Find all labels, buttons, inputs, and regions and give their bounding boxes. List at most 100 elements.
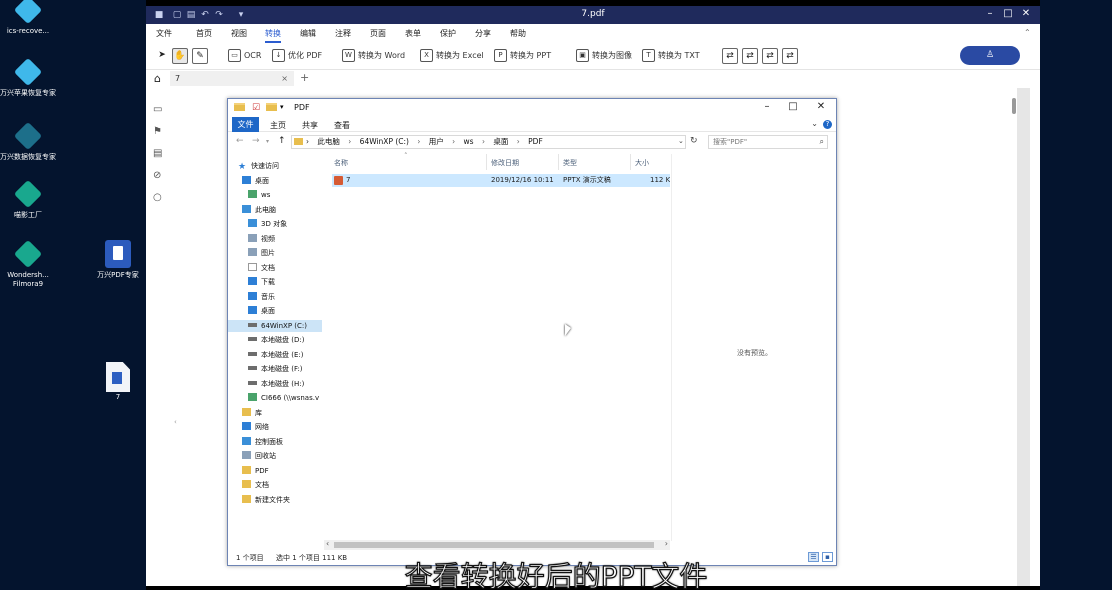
quick-access-dropdown-icon[interactable]: ▾: [280, 103, 284, 111]
attachment-icon[interactable]: ⊘: [153, 170, 164, 181]
nav-item[interactable]: 64WinXP (C:): [228, 319, 322, 332]
nav-item[interactable]: 本地磁盘 (E:): [228, 349, 322, 361]
nav-item[interactable]: 库: [228, 407, 322, 419]
optimize-pdf-button[interactable]: ↓ 优化 PDF: [272, 49, 322, 62]
edit-tool-icon[interactable]: ✎: [192, 48, 208, 64]
breadcrumb-this-pc[interactable]: 此电脑: [317, 137, 340, 146]
column-divider[interactable]: [486, 154, 487, 170]
column-name[interactable]: 名称: [334, 158, 348, 168]
nav-item[interactable]: CI666 (\\wsnas.v: [228, 392, 322, 404]
column-size[interactable]: 大小: [635, 158, 649, 168]
nav-item[interactable]: 桌面: [228, 175, 322, 187]
convert-to-txt-button[interactable]: T 转换为 TXT: [642, 49, 700, 62]
nav-item[interactable]: 视频: [228, 233, 322, 245]
refresh-icon[interactable]: ↻: [690, 136, 698, 146]
address-dropdown-icon[interactable]: ⌄: [678, 137, 684, 145]
nav-item[interactable]: ★ 快速访问: [228, 160, 322, 172]
nav-item[interactable]: 文档: [228, 262, 322, 274]
close-button[interactable]: ✕: [1018, 8, 1034, 19]
nav-item[interactable]: ws: [228, 189, 322, 201]
navigation-pane[interactable]: ★ 快速访问 桌面 ws 此电脑 3D 对象 视频 图片 文档 下载 音乐 桌面 64WinXP (C:…: [228, 154, 322, 541]
desktop-icon-file-7[interactable]: 7: [90, 362, 146, 402]
vertical-scrollbar[interactable]: [1012, 98, 1016, 114]
collapse-ribbon-icon[interactable]: ⌃: [1024, 28, 1031, 37]
convert-html-icon[interactable]: ⇄: [742, 48, 758, 64]
convert-to-word-button[interactable]: W 转换为 Word: [342, 49, 405, 62]
menu-convert[interactable]: 转换: [265, 28, 281, 43]
search-panel-icon[interactable]: ○: [153, 192, 164, 203]
back-arrow-icon[interactable]: ←: [236, 136, 244, 146]
thumbnails-icon[interactable]: ▭: [153, 104, 164, 115]
nav-item[interactable]: 网络: [228, 421, 322, 433]
convert-to-excel-button[interactable]: X 转换为 Excel: [420, 49, 484, 62]
select-tool-icon[interactable]: ➤: [154, 48, 170, 64]
nav-item[interactable]: 此电脑: [228, 204, 322, 216]
nav-item[interactable]: 3D 对象: [228, 218, 322, 230]
nav-item[interactable]: 新建文件夹: [228, 494, 322, 506]
nav-item[interactable]: 文档: [228, 479, 322, 491]
help-icon[interactable]: ?: [823, 120, 832, 129]
convert-pdfa-icon[interactable]: ⇄: [782, 48, 798, 64]
column-type[interactable]: 类型: [563, 158, 577, 168]
breadcrumb-drive-c[interactable]: 64WinXP (C:): [360, 137, 409, 146]
panel-resize-handle[interactable]: ‹: [174, 418, 177, 426]
nav-item[interactable]: 本地磁盘 (D:): [228, 334, 322, 346]
breadcrumb-ws[interactable]: ws: [464, 137, 474, 146]
nav-item[interactable]: 桌面: [228, 305, 322, 317]
document-tab[interactable]: 7 ×: [170, 71, 294, 86]
file-row-7[interactable]: 7 2019/12/16 10:11 PPTX 演示文稿 112 K: [332, 174, 670, 187]
nav-item[interactable]: 回收站: [228, 450, 322, 462]
nav-item[interactable]: 本地磁盘 (F:): [228, 363, 322, 375]
hand-tool-icon[interactable]: ✋: [172, 48, 188, 64]
ocr-button[interactable]: ▭ OCR: [228, 49, 261, 62]
desktop-icon-ios-recovery[interactable]: ics-recove...: [0, 0, 56, 36]
menu-protect[interactable]: 保护: [440, 28, 456, 39]
nav-item[interactable]: PDF: [228, 465, 322, 477]
close-tab-icon[interactable]: ×: [281, 71, 288, 86]
nav-item[interactable]: 控制面板: [228, 436, 322, 448]
properties-icon[interactable]: ☑: [252, 103, 260, 113]
search-input[interactable]: 搜索"PDF" ⌕: [708, 135, 828, 149]
ribbon-view-tab[interactable]: 查看: [334, 120, 350, 131]
menu-home[interactable]: 首页: [196, 28, 212, 39]
nav-item[interactable]: 下载: [228, 276, 322, 288]
add-tab-button[interactable]: +: [300, 71, 309, 84]
desktop-icon-pdf-expert[interactable]: 万兴PDF专家: [90, 240, 146, 280]
column-divider[interactable]: [558, 154, 559, 170]
address-bar[interactable]: › 此电脑 › 64WinXP (C:) › 用户 › ws › 桌面 › PD…: [291, 135, 686, 149]
desktop-icon-filmora9[interactable]: Wondersh... Filmora9: [0, 239, 56, 289]
explorer-maximize-button[interactable]: □: [784, 101, 802, 112]
up-arrow-icon[interactable]: ↑: [278, 136, 286, 146]
user-login-button[interactable]: ♙: [960, 46, 1020, 65]
search-icon[interactable]: ⌕: [820, 136, 824, 148]
expand-ribbon-icon[interactable]: ⌄: [811, 119, 818, 128]
maximize-button[interactable]: □: [1000, 8, 1016, 19]
column-modified[interactable]: 修改日期: [491, 158, 519, 168]
menu-view[interactable]: 视图: [231, 28, 247, 39]
convert-to-image-button[interactable]: ▣ 转换为图像: [576, 49, 632, 62]
nav-item[interactable]: 图片: [228, 247, 322, 259]
forward-arrow-icon[interactable]: →: [252, 136, 260, 146]
convert-epub-icon[interactable]: ⇄: [722, 48, 738, 64]
minimize-button[interactable]: –: [982, 8, 998, 19]
scroll-left-icon[interactable]: ‹: [326, 539, 329, 548]
explorer-minimize-button[interactable]: –: [758, 101, 776, 112]
menu-help[interactable]: 帮助: [510, 28, 526, 39]
menu-file[interactable]: 文件: [156, 28, 172, 39]
nav-item[interactable]: 音乐: [228, 291, 322, 303]
column-divider[interactable]: [630, 154, 631, 170]
convert-to-ppt-button[interactable]: P 转换为 PPT: [494, 49, 551, 62]
desktop-icon-data-recovery[interactable]: 万兴数据恢复专家: [0, 121, 56, 162]
nav-item[interactable]: 本地磁盘 (H:): [228, 378, 322, 390]
ribbon-share-tab[interactable]: 共享: [302, 120, 318, 131]
menu-form[interactable]: 表单: [405, 28, 421, 39]
breadcrumb-desktop[interactable]: 桌面: [493, 137, 508, 146]
ribbon-file-tab[interactable]: 文件: [232, 117, 259, 132]
desktop-icon-iphone-recovery[interactable]: 万兴苹果恢复专家: [0, 57, 56, 98]
new-folder-icon[interactable]: [266, 103, 277, 114]
convert-rtf-icon[interactable]: ⇄: [762, 48, 778, 64]
menu-edit[interactable]: 编辑: [300, 28, 316, 39]
home-icon[interactable]: ⌂: [154, 72, 161, 85]
menu-page[interactable]: 页面: [370, 28, 386, 39]
ribbon-home-tab[interactable]: 主页: [270, 120, 286, 131]
